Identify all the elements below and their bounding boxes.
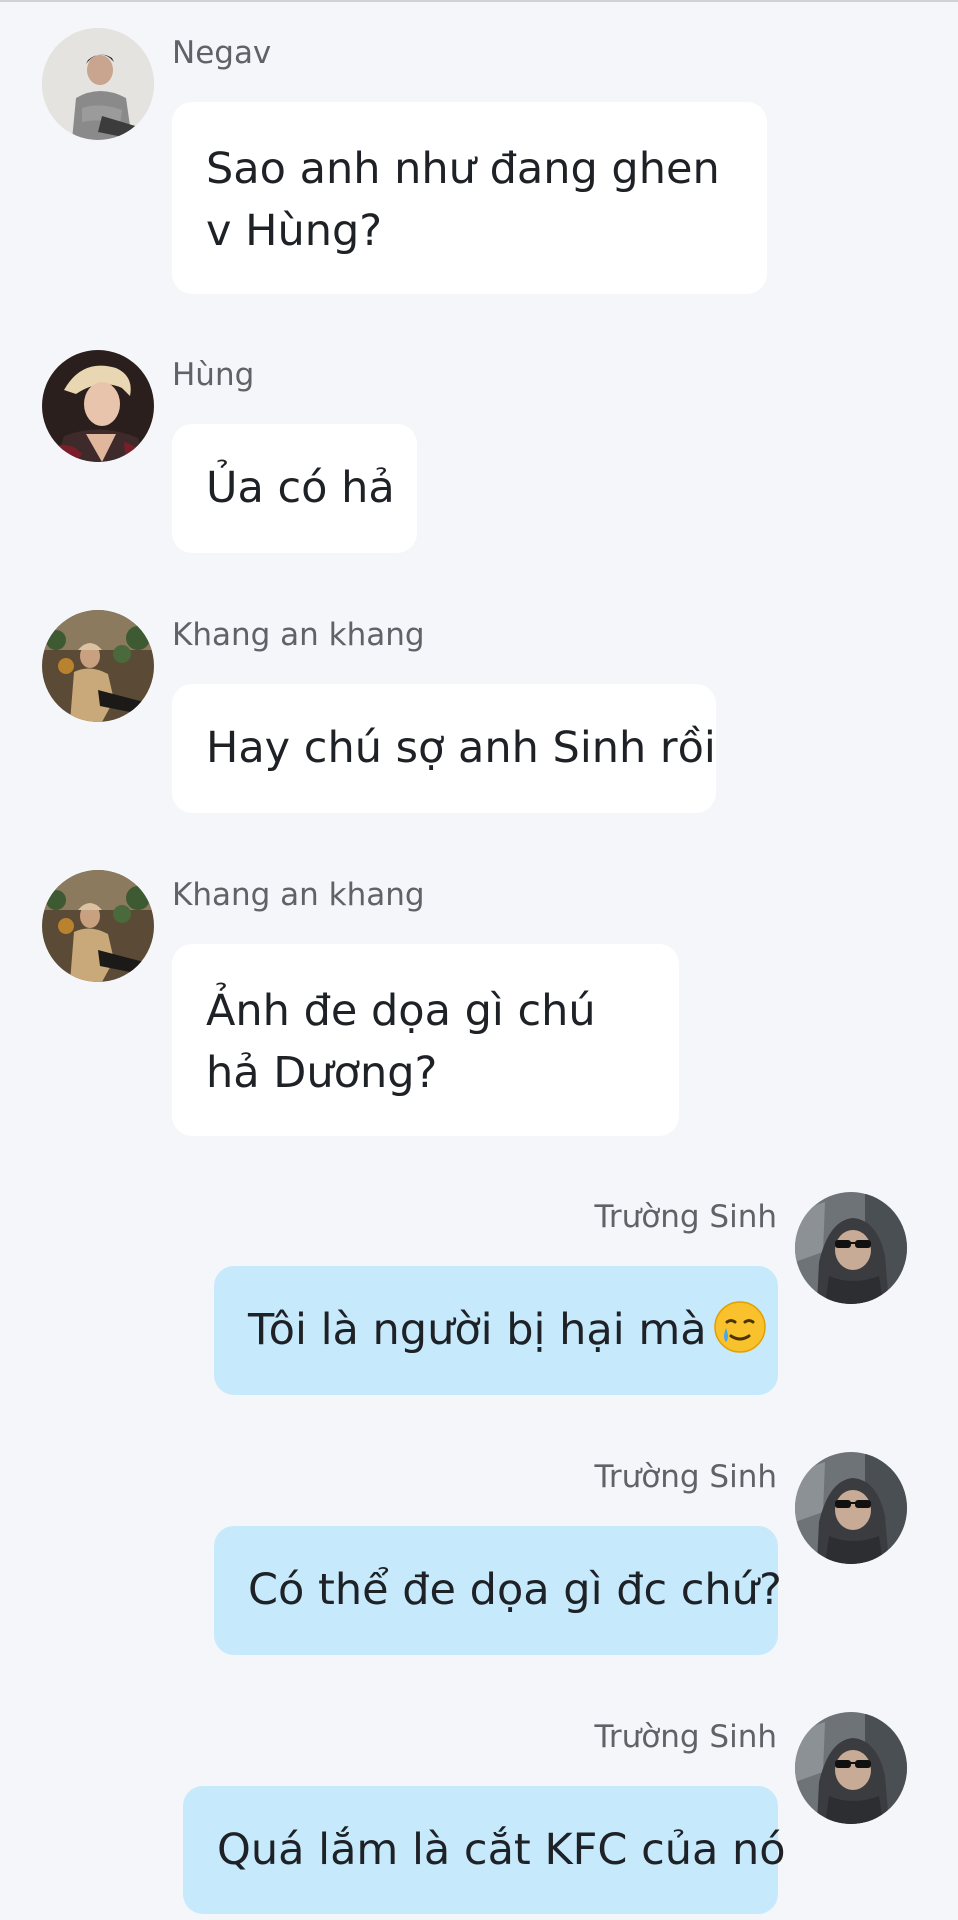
message-text-line: Sao anh như đang ghen (206, 144, 720, 194)
avatar[interactable] (42, 870, 154, 982)
message-bubble[interactable]: Ảnh đe dọa gì chú hả Dương? (172, 944, 679, 1136)
message-text-line: Có thể đe dọa gì đc chứ? (248, 1565, 782, 1615)
avatar[interactable] (795, 1712, 907, 1824)
message-text-line: Ủa có hả (206, 463, 395, 513)
sender-name: Trường Sinh (594, 1199, 777, 1235)
sender-name: Negav (172, 35, 272, 71)
avatar-truong-sinh-icon (795, 1192, 907, 1304)
avatar-hung-icon (42, 350, 154, 462)
sender-name: Khang an khang (172, 877, 425, 913)
avatar[interactable] (42, 350, 154, 462)
message-bubble[interactable]: Hay chú sợ anh Sinh rồi (172, 684, 716, 813)
smiling-face-with-tear-icon (713, 1300, 767, 1354)
message-text: Tôi là người bị hại mà (248, 1305, 707, 1355)
avatar[interactable] (42, 28, 154, 140)
avatar-truong-sinh-icon (795, 1452, 907, 1564)
message-text-line: Ảnh đe dọa gì chú (206, 986, 596, 1036)
avatar-khang-icon (42, 610, 154, 722)
sender-name: Hùng (172, 357, 255, 393)
avatar[interactable] (795, 1452, 907, 1564)
top-divider (0, 0, 958, 2)
message-bubble[interactable]: Có thể đe dọa gì đc chứ? (214, 1526, 782, 1655)
message-bubble[interactable]: Quá lắm là cắt KFC của nó (183, 1786, 786, 1914)
avatar-negav-icon (42, 28, 154, 140)
avatar[interactable] (42, 610, 154, 722)
message-text-line: Quá lắm là cắt KFC của nó (217, 1825, 786, 1875)
message-bubble[interactable]: Ủa có hả (172, 424, 417, 553)
sender-name: Khang an khang (172, 617, 425, 653)
sender-name: Trường Sinh (594, 1719, 777, 1755)
avatar[interactable] (795, 1192, 907, 1304)
avatar-truong-sinh-icon (795, 1712, 907, 1824)
message-text-line: v Hùng? (206, 206, 383, 256)
message-text-line: hả Dương? (206, 1048, 438, 1098)
message-bubble[interactable]: Sao anh như đang ghen v Hùng? (172, 102, 767, 294)
avatar-khang-icon (42, 870, 154, 982)
message-text-line: Hay chú sợ anh Sinh rồi (206, 723, 716, 773)
sender-name: Trường Sinh (594, 1459, 777, 1495)
message-bubble[interactable]: Tôi là người bị hại mà (214, 1266, 778, 1395)
